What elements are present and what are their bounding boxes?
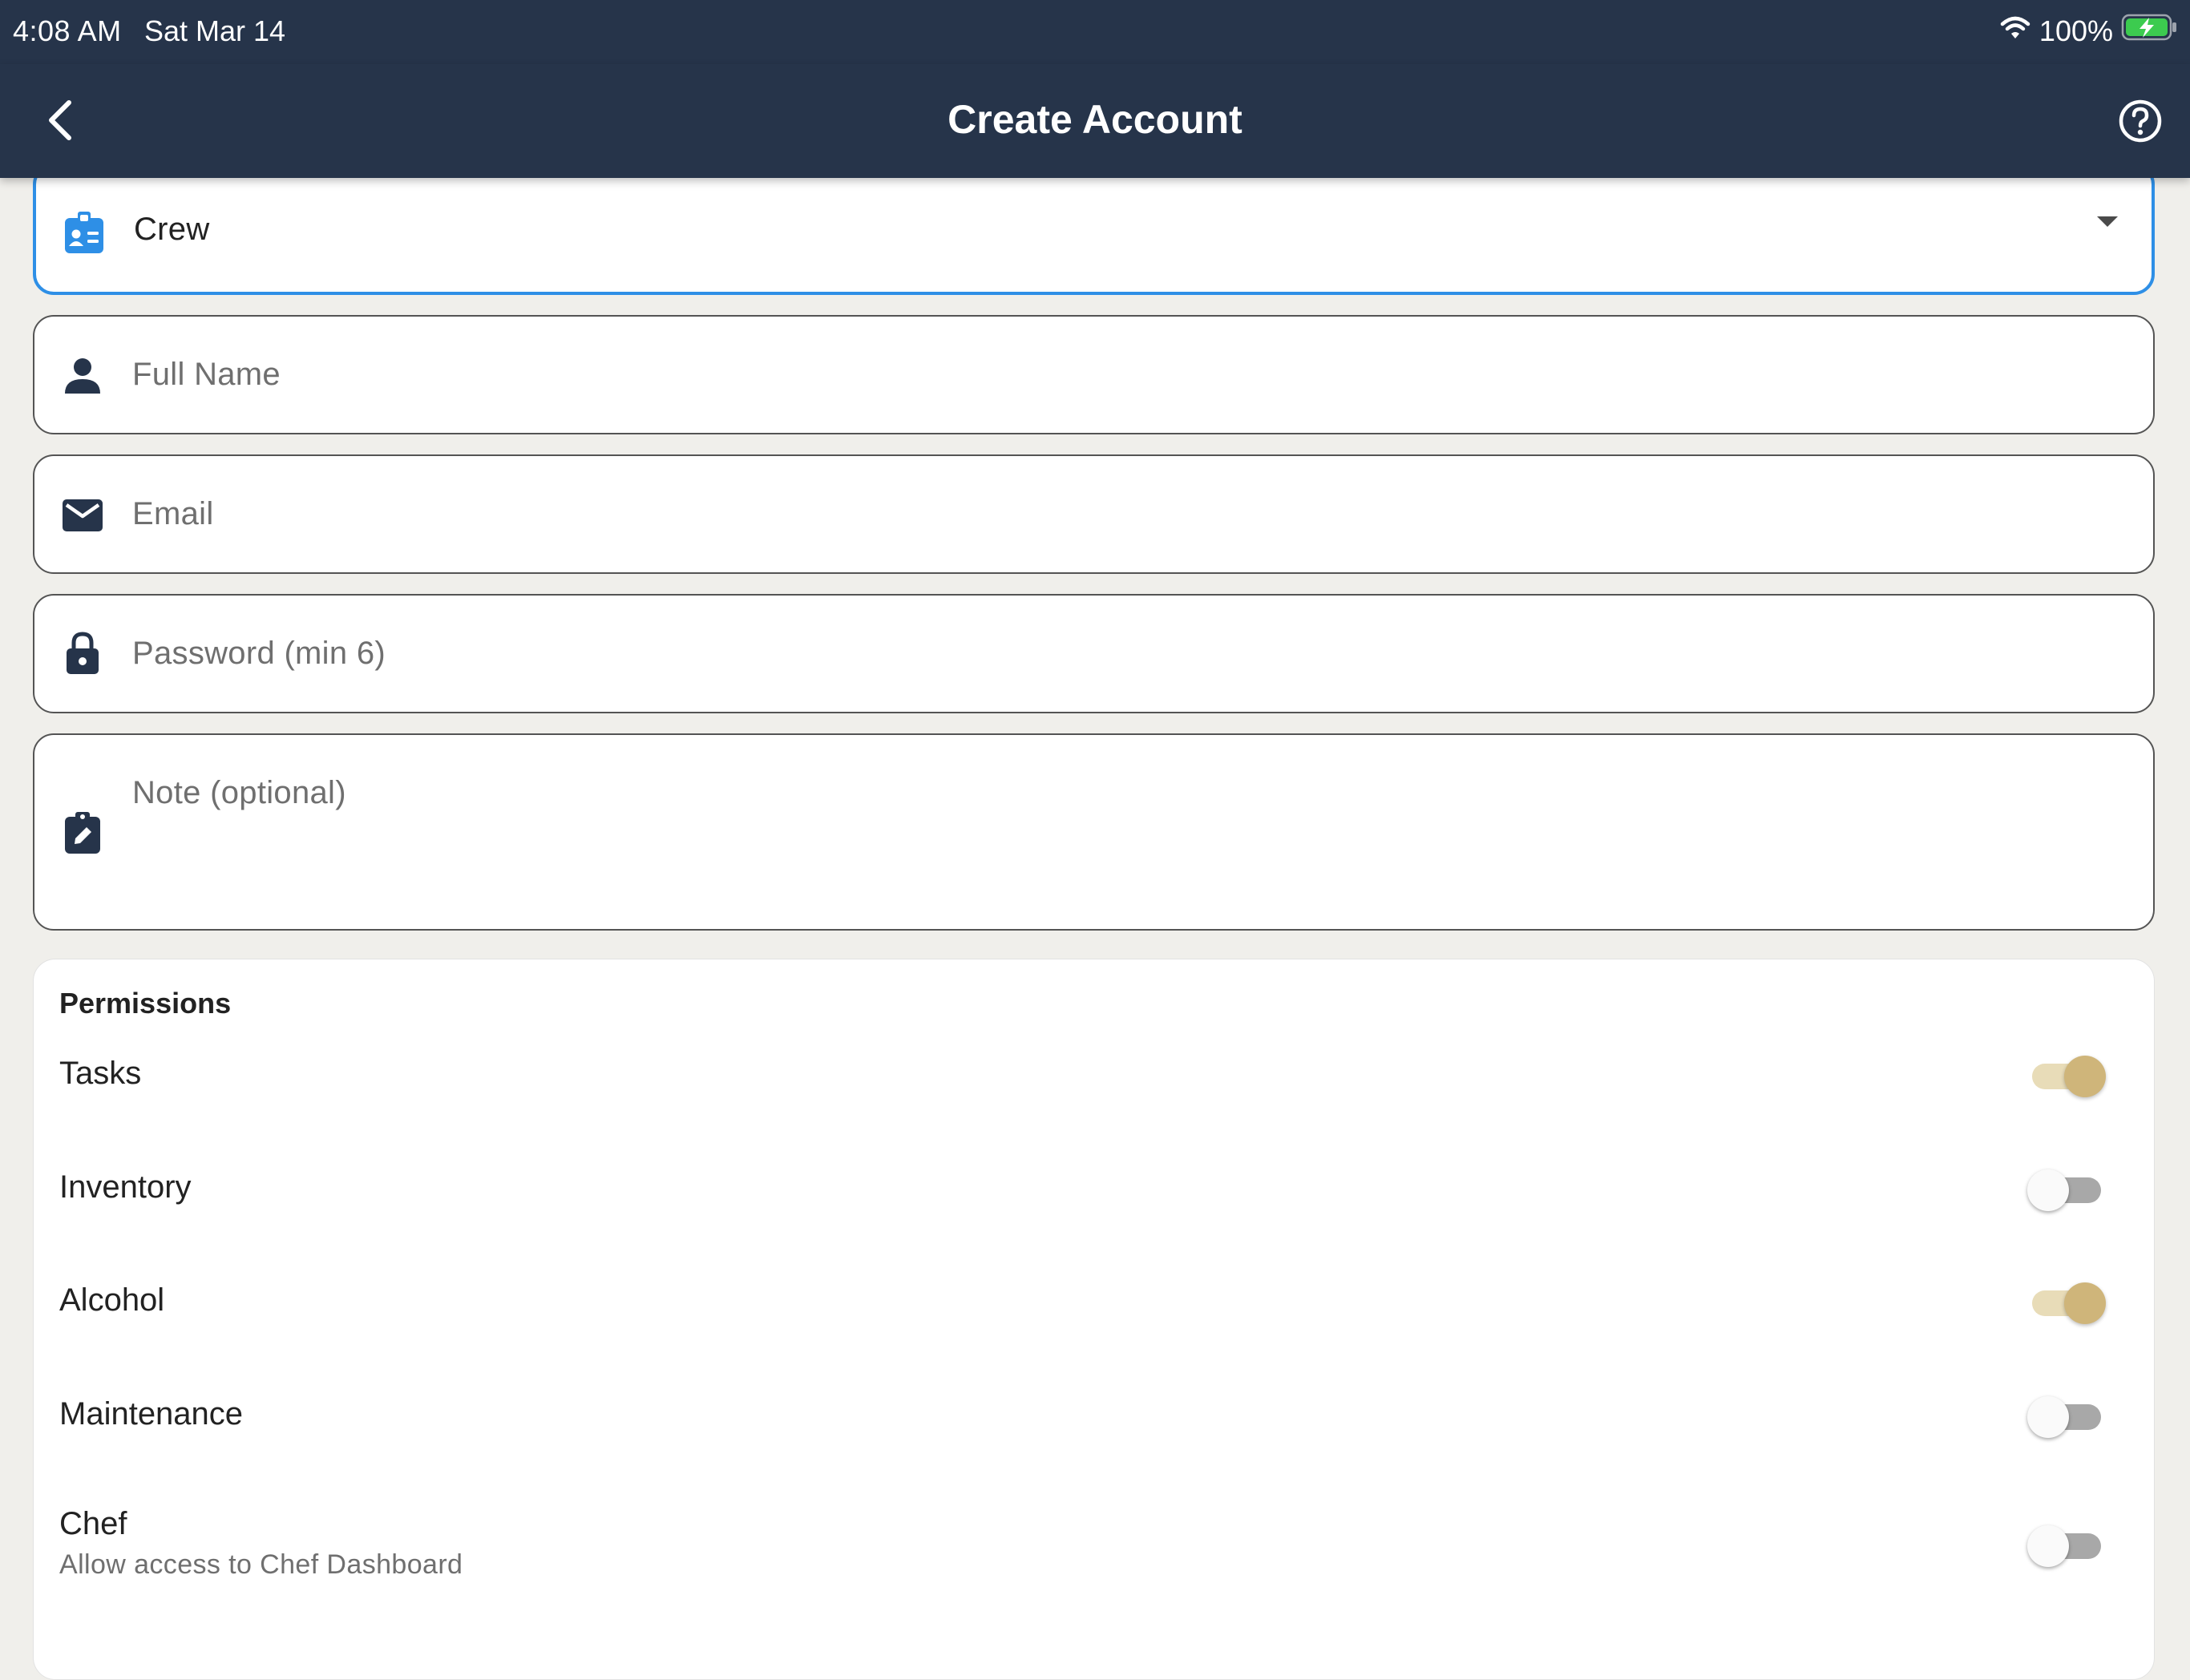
clipboard-edit-icon	[60, 810, 105, 855]
permissions-card: Permissions Tasks Inventory Alcohol Main…	[33, 959, 2155, 1680]
full-name-placeholder: Full Name	[132, 357, 281, 392]
permission-row-chef: Chef Allow access to Chef Dashboard	[59, 1506, 2122, 1610]
toggle-knob	[2027, 1396, 2069, 1438]
toggle-knob	[2027, 1525, 2069, 1567]
battery-percent: 100%	[2038, 14, 2113, 47]
full-name-field[interactable]: Full Name	[33, 315, 2155, 434]
role-dropdown[interactable]: Crew	[33, 164, 2155, 295]
status-time: 4:08 AM	[13, 14, 122, 47]
help-button[interactable]	[2116, 97, 2164, 145]
battery-charging-icon	[2121, 13, 2179, 49]
chef-toggle[interactable]	[2027, 1525, 2104, 1567]
permission-subtitle: Allow access to Chef Dashboard	[59, 1549, 463, 1580]
status-bar: 4:08 AM Sat Mar 14 100%	[0, 0, 2190, 64]
role-value: Crew	[134, 212, 210, 247]
lock-icon	[60, 631, 105, 676]
permission-label: Alcohol	[59, 1282, 165, 1318]
badge-icon	[62, 210, 107, 255]
mail-icon	[60, 493, 105, 538]
permission-row-maintenance: Maintenance	[59, 1396, 2122, 1476]
page-title: Create Account	[948, 97, 1242, 142]
status-date: Sat Mar 14	[144, 14, 286, 47]
alcohol-toggle[interactable]	[2027, 1282, 2106, 1324]
password-placeholder: Password (min 6)	[132, 636, 386, 671]
permissions-title: Permissions	[59, 987, 232, 1020]
inventory-toggle[interactable]	[2027, 1169, 2104, 1211]
toggle-knob	[2027, 1169, 2069, 1211]
permission-label: Maintenance	[59, 1396, 244, 1432]
permission-row-inventory: Inventory	[59, 1169, 2122, 1250]
wifi-icon	[1999, 14, 2031, 48]
help-circle-icon	[2119, 99, 2162, 143]
toggle-knob	[2064, 1056, 2106, 1097]
permission-row-alcohol: Alcohol	[59, 1282, 2122, 1363]
permission-row-tasks: Tasks	[59, 1056, 2122, 1136]
note-placeholder: Note (optional)	[132, 775, 346, 810]
chevron-down-icon	[2097, 216, 2118, 227]
toggle-knob	[2064, 1282, 2106, 1324]
password-field[interactable]: Password (min 6)	[33, 594, 2155, 713]
permission-label: Inventory	[59, 1169, 192, 1205]
email-field[interactable]: Email	[33, 454, 2155, 574]
person-icon	[60, 353, 105, 398]
maintenance-toggle[interactable]	[2027, 1396, 2104, 1438]
tasks-toggle[interactable]	[2027, 1056, 2106, 1097]
navigation-bar: Create Account	[0, 64, 2190, 178]
note-field[interactable]: Note (optional)	[33, 733, 2155, 931]
permission-label: Chef	[59, 1506, 127, 1541]
email-placeholder: Email	[132, 496, 214, 531]
status-indicators: 100%	[1999, 13, 2179, 49]
permission-label: Tasks	[59, 1056, 142, 1091]
